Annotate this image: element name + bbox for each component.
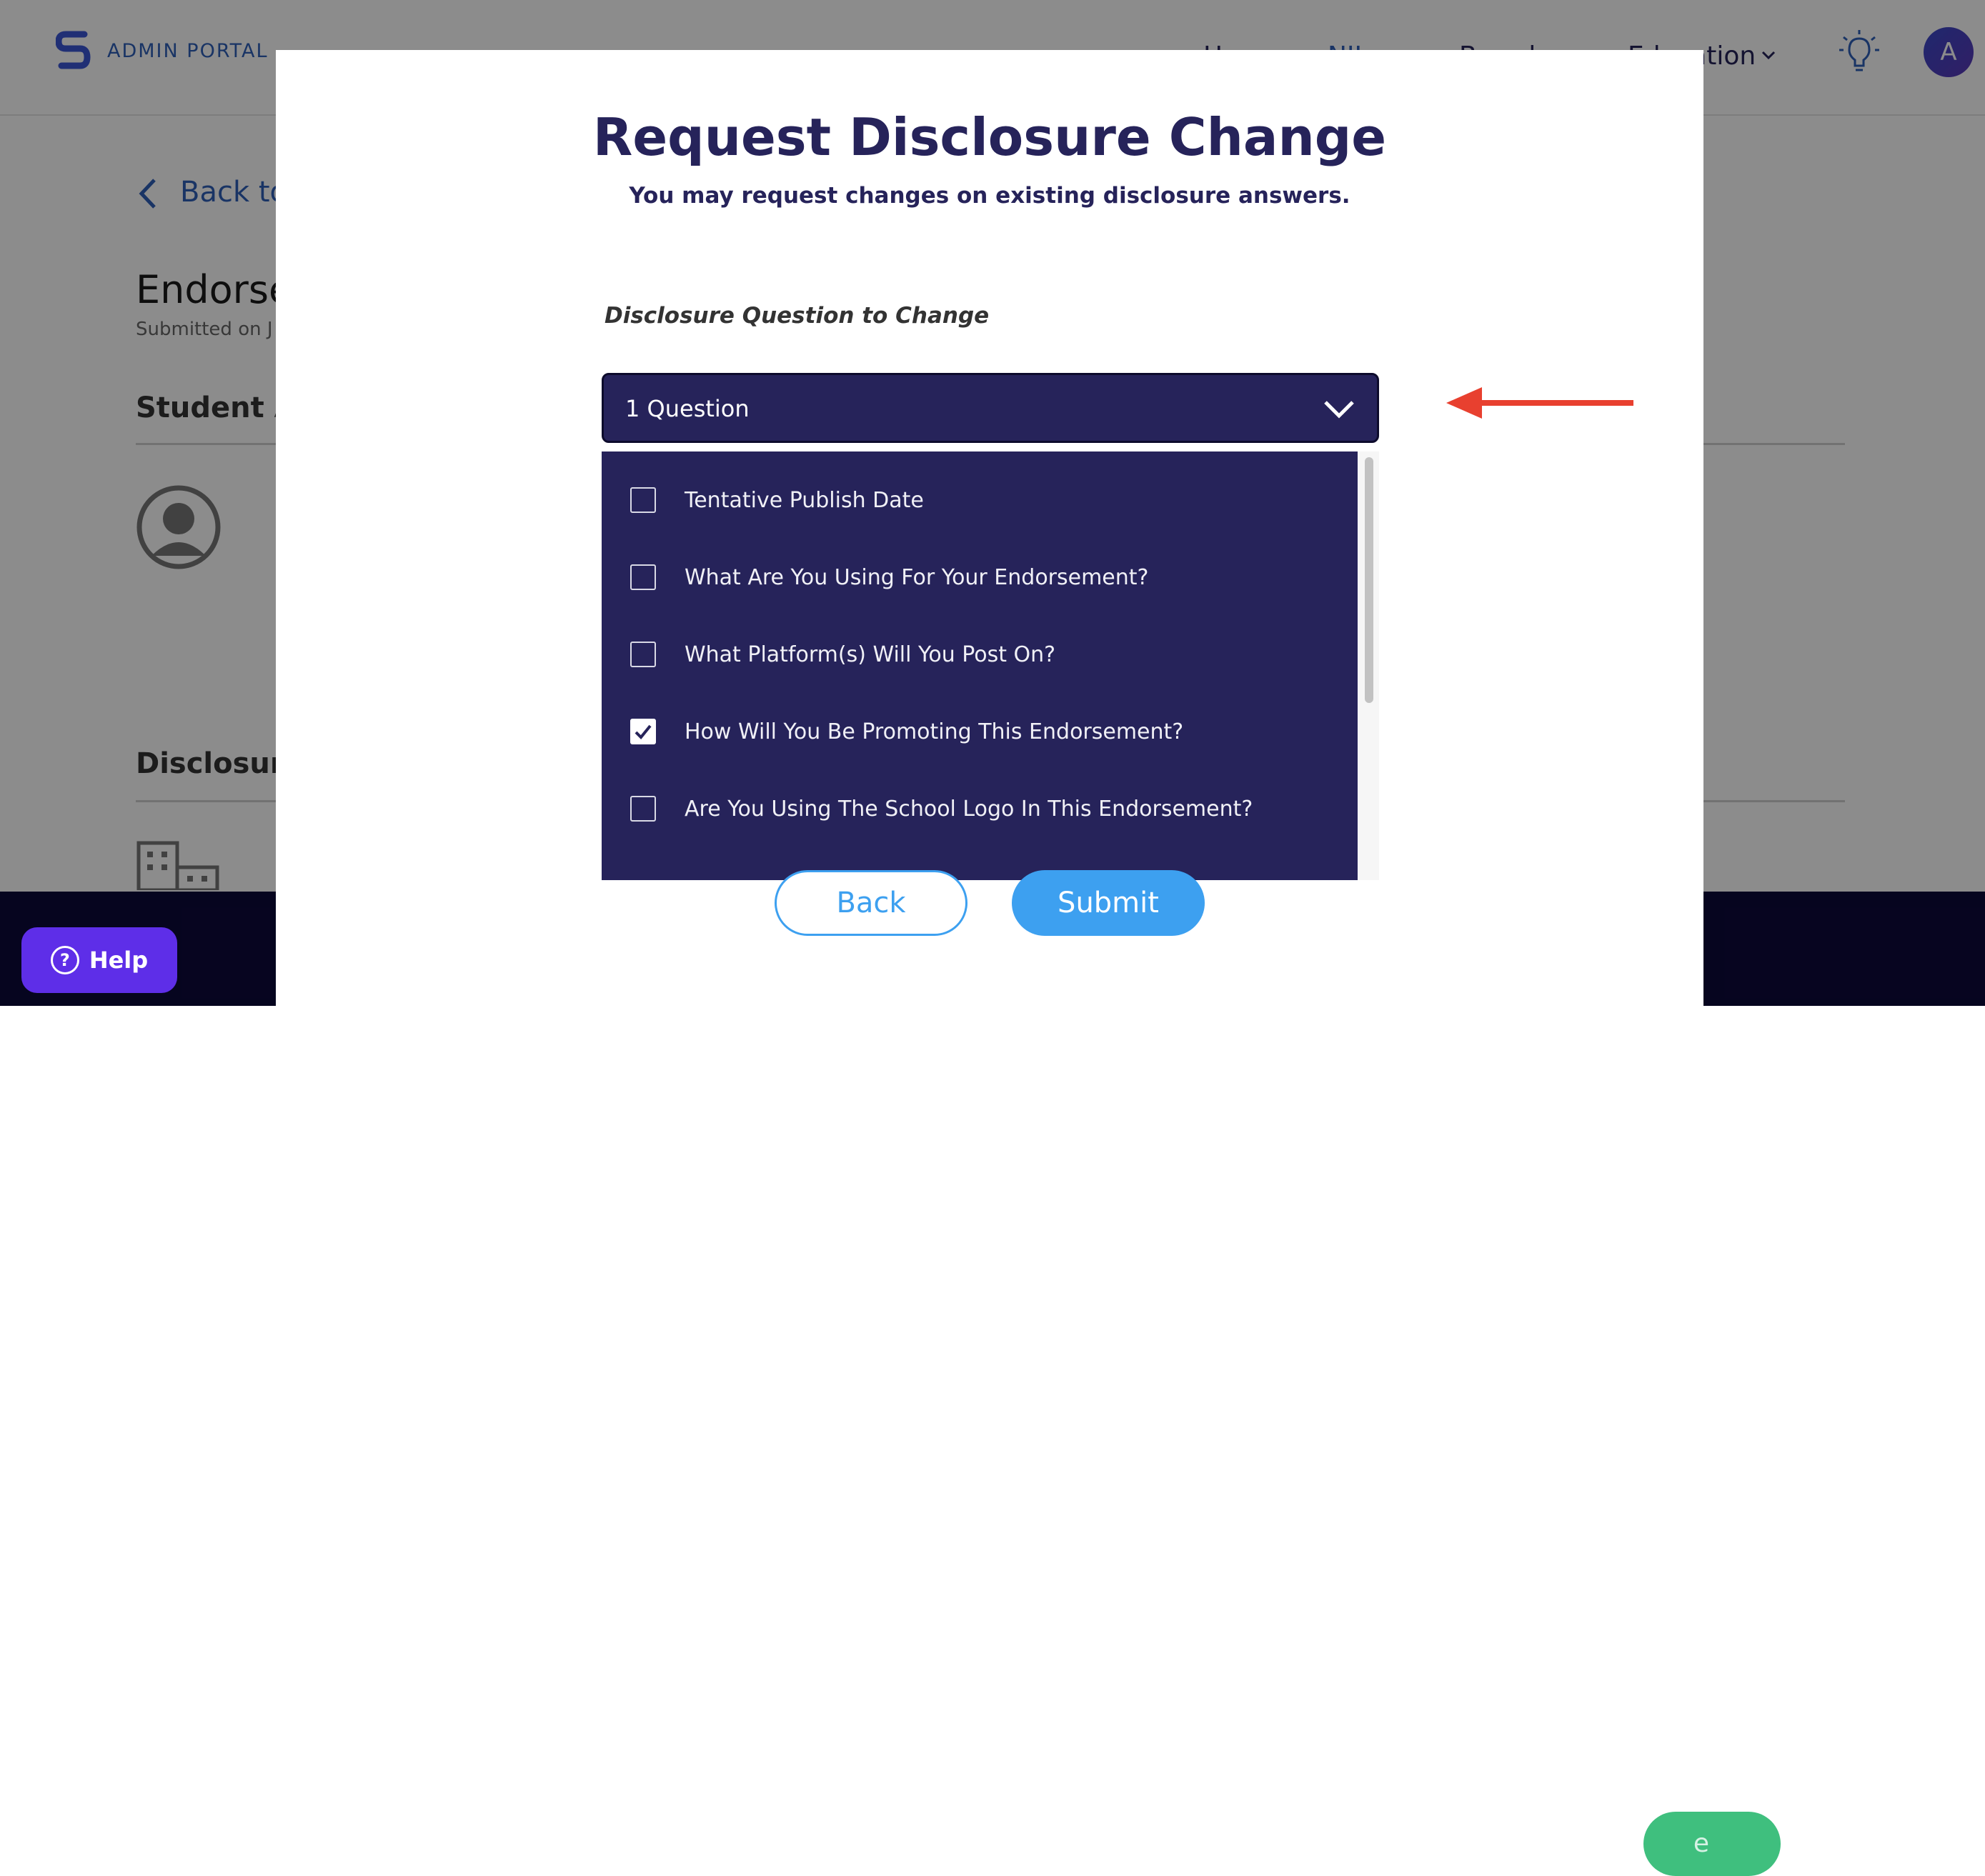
checkbox[interactable] bbox=[630, 642, 656, 667]
checkbox[interactable] bbox=[630, 487, 656, 513]
request-disclosure-modal: Request Disclosure Change You may reques… bbox=[276, 50, 1703, 1006]
modal-subtitle: You may request changes on existing disc… bbox=[629, 183, 1350, 209]
annotation-arrow-icon bbox=[1446, 387, 1633, 419]
option-label: Tentative Publish Date bbox=[685, 487, 924, 513]
checkbox[interactable] bbox=[630, 796, 656, 822]
chevron-down-icon[interactable] bbox=[1323, 396, 1355, 421]
option-school-logo[interactable]: Are You Using The School Logo In This En… bbox=[602, 770, 1358, 847]
options-list: Tentative Publish Date What Are You Usin… bbox=[602, 451, 1358, 880]
question-icon: ? bbox=[50, 946, 79, 974]
submit-button[interactable]: Submit bbox=[1012, 870, 1205, 936]
help-label: Help bbox=[89, 947, 149, 974]
option-platforms[interactable]: What Platform(s) Will You Post On? bbox=[602, 616, 1358, 693]
footer-action-button[interactable]: e bbox=[1643, 1812, 1781, 1876]
field-label: Disclosure Question to Change bbox=[605, 303, 990, 329]
question-dropdown-list[interactable]: Tentative Publish Date What Are You Usin… bbox=[602, 451, 1379, 880]
checkbox[interactable] bbox=[630, 564, 656, 590]
option-label: What Platform(s) Will You Post On? bbox=[685, 642, 1056, 667]
select-value: 1 Question bbox=[625, 395, 750, 422]
scrollbar-thumb[interactable] bbox=[1365, 457, 1373, 703]
help-button[interactable]: ? Help bbox=[21, 927, 177, 993]
option-label: Are You Using The School Logo In This En… bbox=[685, 796, 1253, 822]
option-label: What Are You Using For Your Endorsement? bbox=[685, 564, 1149, 590]
scrollbar[interactable] bbox=[1359, 451, 1379, 880]
back-button[interactable]: Back bbox=[775, 870, 967, 936]
option-what-using[interactable]: What Are You Using For Your Endorsement? bbox=[602, 539, 1358, 616]
modal-title: Request Disclosure Change bbox=[592, 107, 1387, 167]
option-label: How Will You Be Promoting This Endorseme… bbox=[685, 719, 1184, 744]
checkbox-checked[interactable] bbox=[630, 719, 656, 744]
option-tentative-publish-date[interactable]: Tentative Publish Date bbox=[602, 461, 1358, 539]
option-promoting[interactable]: How Will You Be Promoting This Endorseme… bbox=[602, 693, 1358, 770]
question-select[interactable]: 1 Question bbox=[602, 373, 1379, 443]
checkmark-icon bbox=[635, 724, 652, 739]
